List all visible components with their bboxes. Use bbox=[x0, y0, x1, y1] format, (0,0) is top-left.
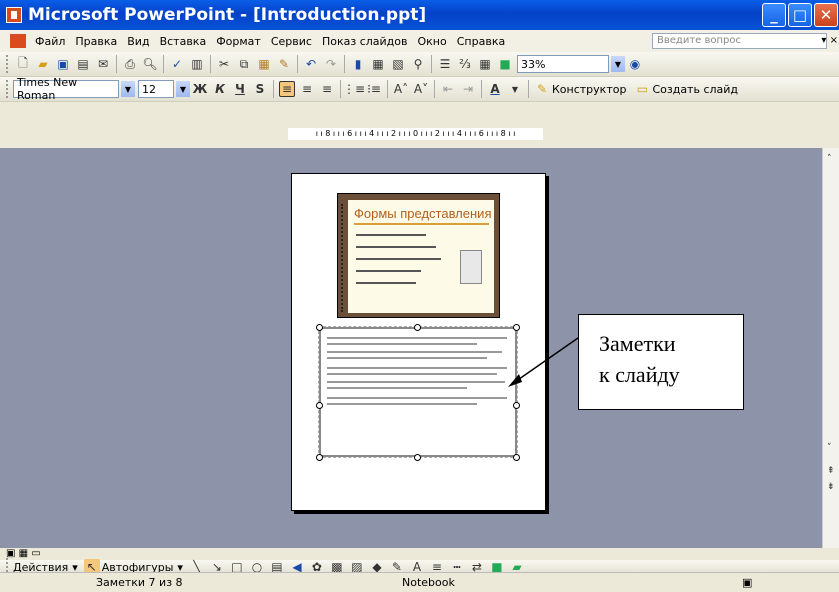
callout-arrow bbox=[508, 337, 579, 387]
status-bar: Заметки 7 из 8 Notebook ▣ bbox=[0, 572, 839, 592]
slide-sorter-icon[interactable]: ▦ bbox=[19, 548, 28, 559]
slideshow-icon[interactable]: ▭ bbox=[31, 548, 40, 559]
status-template: Notebook bbox=[402, 576, 455, 589]
notes-callout: Заметки к слайду bbox=[578, 314, 744, 410]
status-page: Заметки 7 из 8 bbox=[96, 576, 183, 589]
callout-line-2: к слайду bbox=[599, 362, 680, 387]
spelling-status-icon[interactable]: ▣ bbox=[742, 576, 752, 589]
callout-line-1: Заметки bbox=[599, 331, 676, 356]
